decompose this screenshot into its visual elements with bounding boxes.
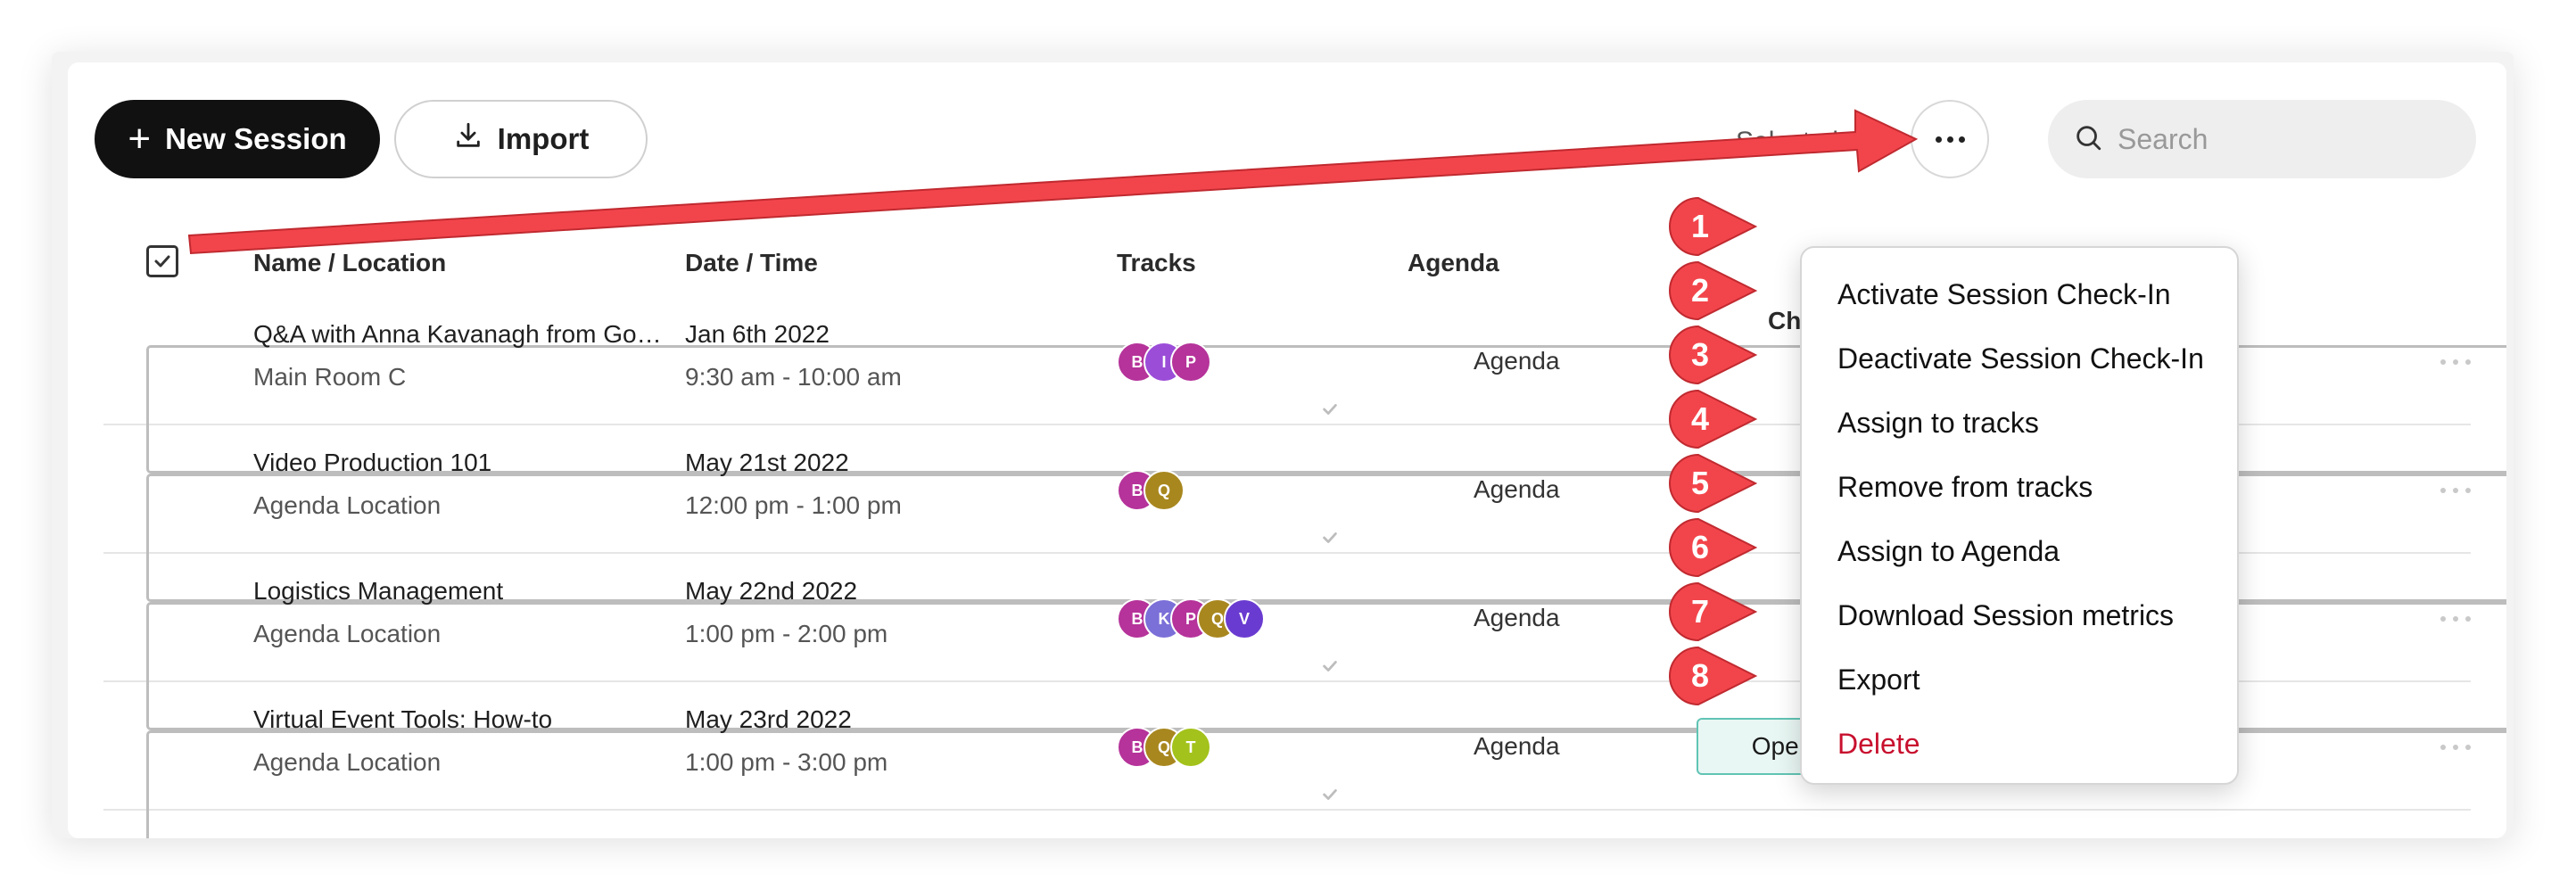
column-header-name[interactable]: Name / Location: [253, 249, 446, 277]
more-dot-icon: [2440, 488, 2446, 493]
track-avatar: Q: [1144, 470, 1185, 511]
session-location: Main Room C: [253, 363, 407, 391]
menu-item-activate-checkin[interactable]: Activate Session Check-In: [1837, 278, 2171, 311]
menu-item-export[interactable]: Export: [1837, 663, 1920, 696]
search-icon: [2073, 122, 2103, 157]
callout-badge: 3: [1666, 323, 1759, 387]
more-dot-icon: [2440, 616, 2446, 622]
search-placeholder: Search: [2118, 122, 2209, 155]
callout-badge: 5: [1666, 451, 1759, 515]
session-name[interactable]: Video Production 101: [253, 449, 664, 477]
callout-badge: 7: [1666, 580, 1759, 644]
more-dot-icon: [2440, 359, 2446, 365]
session-agenda: Agenda: [1474, 732, 1560, 760]
session-location: Agenda Location: [253, 748, 442, 776]
check-icon: [1323, 789, 1337, 800]
callout-badge: 2: [1666, 259, 1759, 323]
callout-number: 4: [1690, 400, 1710, 437]
session-location: Agenda Location: [253, 620, 442, 647]
callout-number: 7: [1690, 593, 1710, 630]
callout-number: 8: [1690, 657, 1710, 694]
more-dot-icon: [2453, 745, 2458, 750]
select-all-text[interactable]: Select al: [1736, 127, 1838, 157]
check-icon: [1323, 404, 1337, 415]
more-dot-icon: [2440, 745, 2446, 750]
new-session-label: New Session: [165, 122, 347, 155]
row-more-button[interactable]: [2440, 745, 2471, 750]
session-time: 1:00 pm - 3:00 pm: [685, 748, 888, 776]
track-avatars: BKPQV: [1117, 598, 1265, 639]
import-label: Import: [497, 122, 590, 155]
more-dot-icon: [2465, 488, 2471, 493]
session-time: 12:00 pm - 1:00 pm: [685, 491, 902, 519]
download-icon: [453, 120, 483, 158]
check-icon: [154, 255, 170, 268]
new-session-button[interactable]: + New Session: [95, 100, 380, 178]
callout-number: 3: [1690, 336, 1710, 373]
import-button[interactable]: Import: [394, 100, 648, 178]
select-all-checkbox[interactable]: [146, 245, 178, 277]
menu-item-assign-tracks[interactable]: Assign to tracks: [1837, 407, 2039, 440]
more-dot-icon: [2453, 488, 2458, 493]
bulk-actions-menu: Activate Session Check-In Deactivate Ses…: [1800, 246, 2239, 785]
column-header-agenda[interactable]: Agenda: [1408, 249, 1499, 277]
check-icon: [1323, 661, 1337, 672]
menu-item-deactivate-checkin[interactable]: Deactivate Session Check-In: [1837, 342, 2204, 375]
menu-item-delete[interactable]: Delete: [1837, 728, 1920, 761]
callout-badge: 6: [1666, 515, 1759, 580]
row-more-button[interactable]: [2440, 616, 2471, 622]
sessions-panel: + New Session Import Select al Search Na…: [68, 62, 2506, 838]
row-more-button[interactable]: [2440, 359, 2471, 365]
session-time: 1:00 pm - 2:00 pm: [685, 620, 888, 647]
track-avatars: BQT: [1117, 727, 1211, 768]
more-dot-icon: [2465, 616, 2471, 622]
menu-item-assign-agenda[interactable]: Assign to Agenda: [1837, 535, 2060, 568]
more-dot-icon: [2453, 359, 2458, 365]
callout-number: 6: [1690, 529, 1710, 565]
search-input[interactable]: Search: [2048, 100, 2476, 178]
more-dot-icon: [1946, 136, 1953, 143]
session-date: May 22nd 2022: [685, 577, 858, 605]
more-dot-icon: [2453, 616, 2458, 622]
callout-number: 5: [1690, 465, 1710, 501]
check-icon: [1323, 532, 1337, 543]
more-dot-icon: [2465, 359, 2471, 365]
session-agenda: Agenda: [1474, 604, 1560, 631]
callout-badge: 4: [1666, 387, 1759, 451]
session-time: 9:30 am - 10:00 am: [685, 363, 902, 391]
track-avatar: P: [1170, 342, 1211, 383]
column-header-checkin[interactable]: Ch: [1768, 307, 1801, 335]
session-name[interactable]: Q&A with Anna Kavanagh from Go…: [253, 320, 664, 349]
track-avatars: BIP: [1117, 342, 1211, 383]
plus-icon: +: [128, 117, 152, 161]
menu-item-remove-tracks[interactable]: Remove from tracks: [1837, 471, 2093, 504]
more-dot-icon: [2465, 745, 2471, 750]
session-date: May 21st 2022: [685, 449, 849, 476]
session-name[interactable]: Logistics Management: [253, 577, 664, 606]
session-date: May 23rd 2022: [685, 705, 852, 733]
session-name[interactable]: Virtual Event Tools: How-to: [253, 705, 664, 734]
more-dot-icon: [1935, 136, 1942, 143]
callout-number: 1: [1690, 208, 1710, 244]
track-avatar: V: [1224, 598, 1265, 639]
callout-number: 2: [1690, 272, 1710, 309]
column-header-date[interactable]: Date / Time: [685, 249, 818, 277]
track-avatar: T: [1170, 727, 1211, 768]
track-avatars: BQ: [1117, 470, 1185, 511]
callout-badge: 1: [1666, 194, 1759, 259]
bulk-actions-button[interactable]: [1911, 100, 1989, 178]
session-agenda: Agenda: [1474, 475, 1560, 503]
session-agenda: Agenda: [1474, 347, 1560, 375]
menu-item-download-metrics[interactable]: Download Session metrics: [1837, 599, 2174, 632]
callout-badge: 8: [1666, 644, 1759, 708]
row-more-button[interactable]: [2440, 488, 2471, 493]
column-header-tracks[interactable]: Tracks: [1117, 249, 1196, 277]
more-dot-icon: [1958, 136, 1965, 143]
session-location: Agenda Location: [253, 491, 442, 519]
session-date: Jan 6th 2022: [685, 320, 830, 348]
